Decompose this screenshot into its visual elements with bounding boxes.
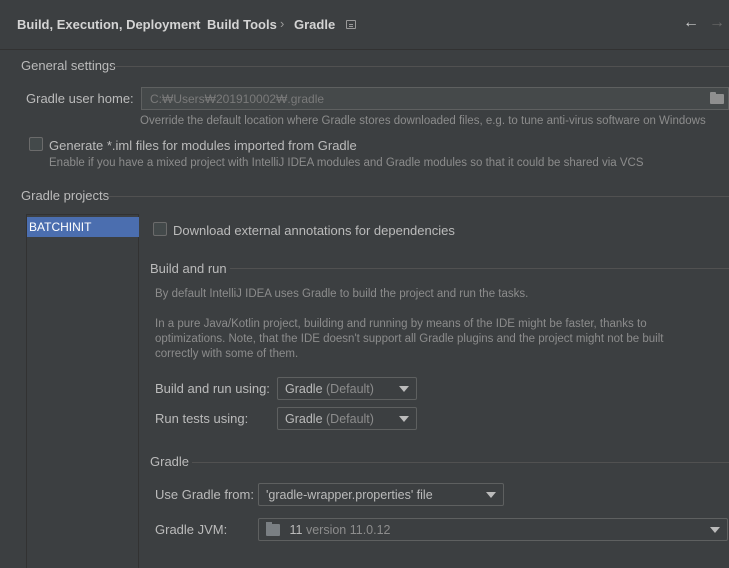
breadcrumb-item-build-tools[interactable]: Build Tools	[207, 17, 277, 32]
gradle-user-home-hint: Override the default location where Grad…	[140, 115, 706, 127]
breadcrumb-item-build-execution-deployment[interactable]: Build, Execution, Deployment	[17, 17, 200, 32]
general-settings-title: General settings	[21, 58, 116, 73]
gradle-section-title: Gradle	[150, 454, 190, 469]
gradle-user-home-placeholder: C:₩Users₩201910002₩.gradle	[150, 92, 325, 106]
back-arrow-icon[interactable]: ←	[683, 13, 699, 33]
gradle-projects-list[interactable]: BATCHINIT	[26, 214, 139, 568]
chevron-down-icon	[399, 386, 409, 392]
folder-icon[interactable]	[710, 92, 724, 104]
section-divider	[230, 268, 729, 269]
run-tests-using-label: Run tests using:	[155, 411, 249, 426]
section-divider	[108, 196, 729, 197]
gradle-user-home-input[interactable]: C:₩Users₩201910002₩.gradle	[141, 87, 729, 110]
section-divider	[192, 462, 729, 463]
build-and-run-using-value: Gradle	[285, 382, 323, 396]
gradle-projects-title: Gradle projects	[21, 188, 110, 203]
forward-arrow-icon[interactable]: →	[709, 13, 725, 33]
run-tests-using-select[interactable]: Gradle (Default)	[277, 407, 417, 430]
breadcrumb-item-gradle: Gradle	[294, 17, 336, 32]
download-annotations-label[interactable]: Download external annotations for depend…	[173, 223, 455, 238]
gradle-user-home-label: Gradle user home:	[26, 91, 134, 106]
gradle-jvm-label: Gradle JVM:	[155, 522, 228, 537]
build-and-run-title: Build and run	[150, 261, 227, 276]
build-and-run-using-default: (Default)	[326, 382, 374, 396]
gradle-jvm-value: 11	[289, 523, 303, 537]
build-and-run-hint-default: By default IntelliJ IDEA uses Gradle to …	[155, 288, 529, 300]
gradle-jvm-version: version 11.0.12	[305, 523, 391, 537]
section-divider	[112, 66, 729, 67]
use-gradle-from-value: 'gradle-wrapper.properties' file	[266, 488, 433, 502]
run-tests-using-value: Gradle	[285, 412, 323, 426]
use-gradle-from-label: Use Gradle from:	[155, 487, 254, 502]
use-gradle-from-select[interactable]: 'gradle-wrapper.properties' file	[258, 483, 504, 506]
chevron-down-icon	[399, 416, 409, 422]
gradle-jvm-select[interactable]: 11 version 11.0.12	[258, 518, 728, 541]
project-level-icon	[346, 20, 356, 29]
build-and-run-hint-java-kotlin: In a pure Java/Kotlin project, building …	[155, 318, 664, 360]
breadcrumb-separator: ›	[280, 16, 285, 31]
generate-iml-label[interactable]: Generate *.iml files for modules importe…	[49, 138, 357, 153]
generate-iml-checkbox[interactable]	[29, 137, 43, 151]
build-and-run-using-label: Build and run using:	[155, 381, 270, 396]
project-item-batchinit[interactable]: BATCHINIT	[27, 217, 139, 237]
jdk-folder-icon	[266, 522, 280, 536]
download-annotations-checkbox[interactable]	[153, 222, 167, 236]
chevron-down-icon	[710, 527, 720, 533]
chevron-down-icon	[486, 492, 496, 498]
breadcrumb-separator: ›	[193, 16, 198, 31]
build-and-run-using-select[interactable]: Gradle (Default)	[277, 377, 417, 400]
run-tests-using-default: (Default)	[326, 412, 374, 426]
generate-iml-hint: Enable if you have a mixed project with …	[49, 157, 644, 169]
